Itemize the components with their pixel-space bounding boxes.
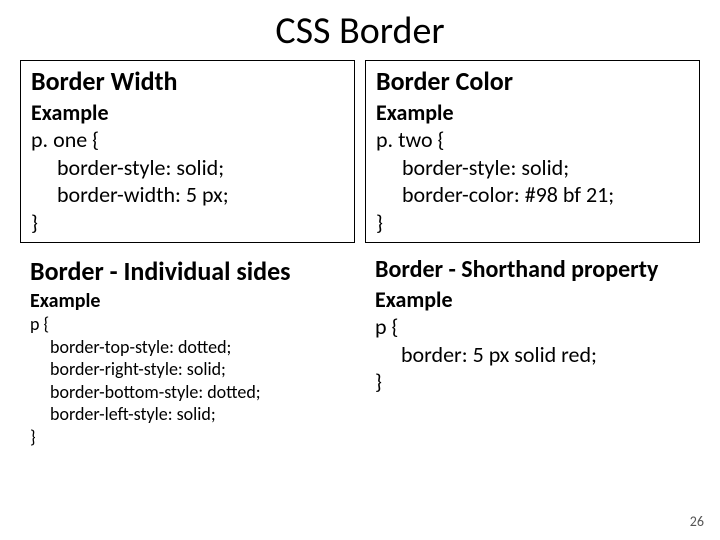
code-block: p { border: 5 px solid red; } [375, 313, 690, 396]
example-label: Example [376, 99, 689, 126]
code-line: } [375, 368, 382, 395]
cell-individual-sides: Border - Individual sides Example p { bo… [20, 251, 355, 454]
code-block: p. two { border-style: solid; border-col… [376, 126, 689, 236]
code-line: border-right-style: solid; [30, 358, 345, 381]
cell-border-width: Border Width Example p. one { border-sty… [20, 60, 355, 243]
cell-border-color: Border Color Example p. two { border-sty… [365, 60, 700, 243]
example-label: Example [375, 286, 690, 313]
code-line: border-style: solid; [31, 154, 344, 182]
content-grid: Border Width Example p. one { border-sty… [20, 60, 700, 454]
heading-shorthand: Border - Shorthand property [375, 255, 690, 284]
code-line: p. two { [376, 126, 444, 153]
page-number: 26 [690, 513, 704, 530]
code-line: } [30, 426, 36, 448]
code-block: p. one { border-style: solid; border-wid… [31, 126, 344, 236]
example-label: Example [31, 99, 344, 126]
code-block: p { border-top-style: dotted; border-rig… [30, 313, 345, 448]
cell-shorthand: Border - Shorthand property Example p { … [365, 251, 700, 454]
code-line: border-bottom-style: dotted; [30, 381, 345, 404]
slide: CSS Border Border Width Example p. one {… [0, 0, 720, 540]
example-label: Example [30, 289, 345, 313]
heading-border-color: Border Color [376, 65, 689, 97]
code-line: border-left-style: solid; [30, 403, 345, 426]
code-line: } [31, 209, 38, 236]
code-line: p { [375, 313, 398, 340]
code-line: p { [30, 313, 49, 335]
code-line: } [376, 209, 383, 236]
code-line: p. one { [31, 126, 99, 153]
code-line: border-color: #98 bf 21; [376, 181, 689, 209]
code-line: border-top-style: dotted; [30, 336, 345, 359]
code-line: border-width: 5 px; [31, 181, 344, 209]
page-title: CSS Border [20, 8, 700, 54]
heading-border-width: Border Width [31, 65, 344, 97]
code-line: border-style: solid; [376, 154, 689, 182]
code-line: border: 5 px solid red; [375, 341, 690, 369]
heading-individual-sides: Border - Individual sides [30, 255, 345, 287]
